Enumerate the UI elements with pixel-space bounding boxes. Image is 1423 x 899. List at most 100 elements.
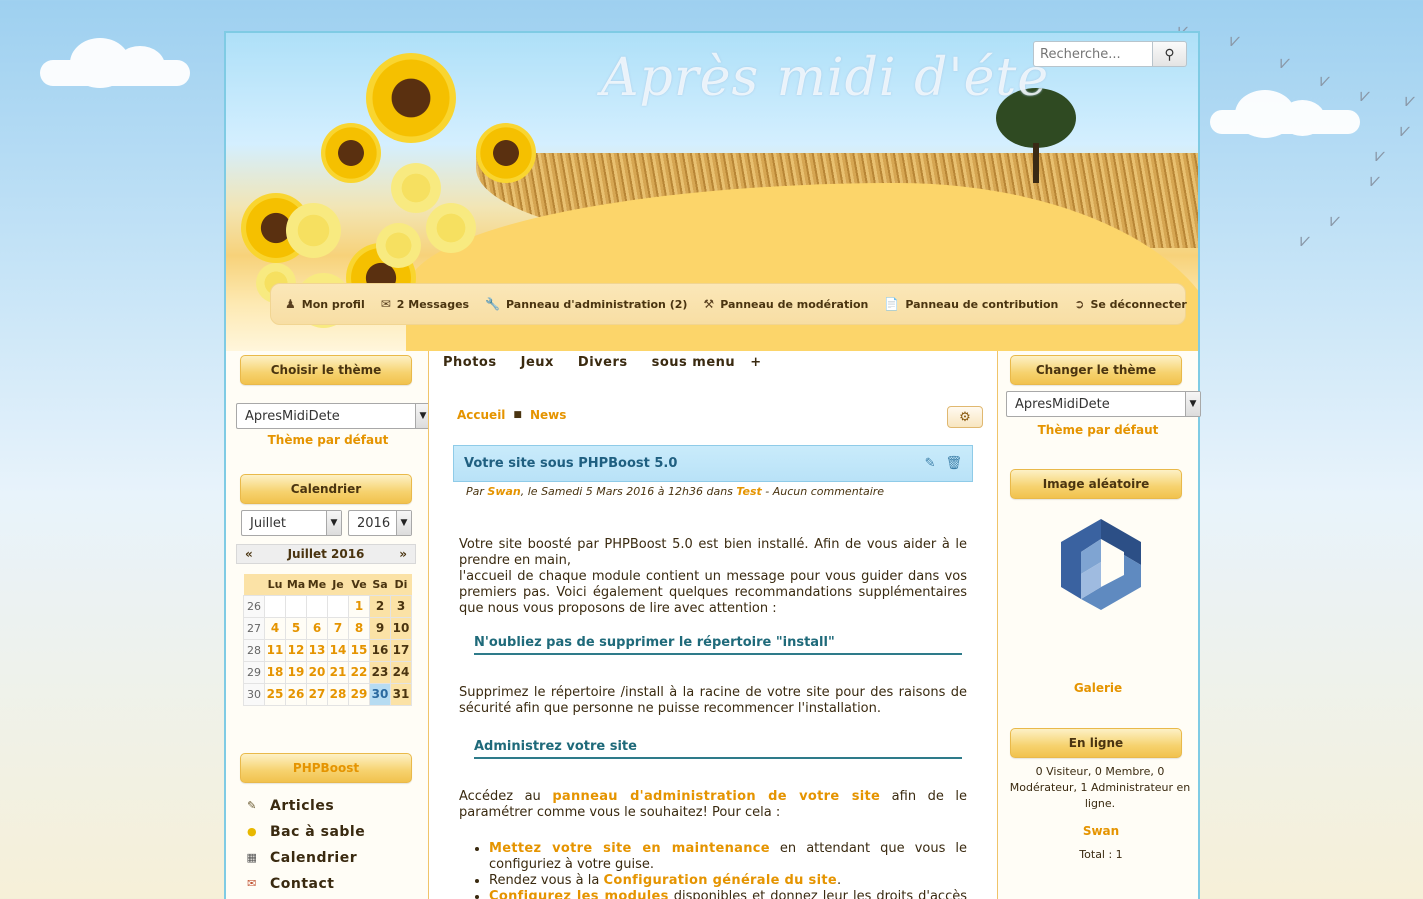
phpboost-logo-icon xyxy=(1061,519,1141,610)
calendar-grid: Lu Ma Me Je Ve Sa Di 26 1 2 3 27 4 5 6 7 8 9 10 28 11 12 13 14… xyxy=(243,574,412,706)
calendar-day-cell[interactable]: 23 xyxy=(369,660,391,684)
nav-sous-menu[interactable]: sous menu + xyxy=(652,355,762,370)
calendar-day-cell[interactable]: 8 xyxy=(348,616,370,640)
calendar-day-cell[interactable]: 4 xyxy=(264,616,286,640)
trash-icon[interactable]: 🗑 xyxy=(945,456,962,471)
menu-item-calendrier[interactable]: ▦ Calendrier xyxy=(238,845,418,871)
year-select-value: 2016 xyxy=(357,515,391,531)
calendar-day-cell[interactable]: 11 xyxy=(264,638,286,662)
author-link[interactable]: Swan xyxy=(487,485,520,498)
general-config-link[interactable]: Configuration générale du site xyxy=(604,873,837,888)
module-settings-button[interactable]: ⚙ xyxy=(947,406,983,428)
menu-item-articles[interactable]: ✎ Articles xyxy=(238,793,418,819)
calendar-week-number: 26 xyxy=(243,594,265,618)
theme-select[interactable]: ApresMidiDete ▼ xyxy=(236,403,431,429)
admin-panel-link[interactable]: panneau d'administration de votre site xyxy=(552,789,880,804)
calendar-day-cell[interactable]: 1 xyxy=(348,594,370,618)
calendar-week-row: 27 4 5 6 7 8 9 10 xyxy=(243,616,412,640)
previous-month-button[interactable]: « xyxy=(245,547,253,561)
online-total: Total : 1 xyxy=(1079,848,1123,861)
category-link[interactable]: Test xyxy=(736,485,761,498)
install-heading: N'oubliez pas de supprimer le répertoire… xyxy=(474,635,962,655)
calendar-empty-cell xyxy=(327,594,349,618)
calendar-day-cell[interactable]: 25 xyxy=(264,682,286,706)
nav-sous-menu-label: sous menu xyxy=(651,355,736,370)
theme-select-value: ApresMidiDete xyxy=(245,408,340,424)
calendar-day-cell[interactable]: 21 xyxy=(327,660,349,684)
month-select[interactable]: Juillet ▼ xyxy=(241,510,342,536)
breadcrumb-news[interactable]: News xyxy=(530,408,566,422)
theme-select-right[interactable]: ApresMidiDete ▼ xyxy=(1006,391,1201,417)
top-navigation: Photos Jeux Divers sous menu + xyxy=(443,355,762,370)
calendar-day-cell[interactable]: 9 xyxy=(369,616,391,640)
calendar-day-cell[interactable]: 12 xyxy=(285,638,307,662)
calendar-day-cell[interactable]: 28 xyxy=(327,682,349,706)
calendar-day-cell[interactable]: 29 xyxy=(348,682,370,706)
random-image[interactable] xyxy=(1008,517,1194,617)
document-icon: 📄 xyxy=(884,297,900,311)
comments-link[interactable]: - Aucun commentaire xyxy=(762,485,884,498)
default-theme-link-right[interactable]: Thème par défaut xyxy=(1008,423,1188,437)
search-button[interactable]: ⚲ xyxy=(1153,41,1187,67)
search-input[interactable] xyxy=(1033,41,1153,67)
main-content: Photos Jeux Divers sous menu + Accueil ■… xyxy=(428,351,998,899)
calendar-day-header: Me xyxy=(306,574,328,595)
calendar-day-cell[interactable]: 15 xyxy=(348,638,370,662)
nav-jeux[interactable]: Jeux xyxy=(521,355,554,370)
year-select[interactable]: 2016 ▼ xyxy=(348,510,412,536)
calendar-day-cell[interactable]: 31 xyxy=(390,682,412,706)
user-menu-logout[interactable]: ➲ Se déconnecter xyxy=(1074,297,1186,311)
online-user-link[interactable]: Swan xyxy=(1008,824,1194,838)
search-icon: ⚲ xyxy=(1164,45,1175,62)
phpboost-menu-title: PHPBoost xyxy=(240,752,412,783)
calendar-week-number: 28 xyxy=(243,638,265,662)
list-text: Rendez vous à la xyxy=(489,873,604,888)
user-menu-contribution[interactable]: 📄 Panneau de contribution xyxy=(884,297,1058,311)
maintenance-link[interactable]: Mettez votre site en maintenance xyxy=(489,841,770,856)
calendar-day-cell[interactable]: 7 xyxy=(327,616,349,640)
breadcrumb-home[interactable]: Accueil xyxy=(457,408,505,422)
calendar-navigation: « Juillet 2016 » xyxy=(236,544,416,564)
page-container: Après midi d'été ⚲ ♟ Mon profil ✉ 2 Messag… xyxy=(224,31,1201,899)
calendar-day-header: Je xyxy=(327,574,349,595)
calendar-day-cell[interactable]: 18 xyxy=(264,660,286,684)
calendar-day-cell[interactable]: 20 xyxy=(306,660,328,684)
calendar-day-cell[interactable]: 14 xyxy=(327,638,349,662)
calendar-day-header: Ve xyxy=(348,574,370,595)
site-title[interactable]: Après midi d'été xyxy=(601,48,1049,108)
calendar-day-cell[interactable]: 16 xyxy=(369,638,391,662)
calendar-day-cell[interactable]: 5 xyxy=(285,616,307,640)
news-body: Votre site boosté par PHPBoost 5.0 est b… xyxy=(459,537,967,899)
intro-text: l'accueil de chaque module contient un m… xyxy=(459,569,967,616)
calendar-day-cell[interactable]: 2 xyxy=(369,594,391,618)
calendar-day-cell[interactable]: 22 xyxy=(348,660,370,684)
calendar-day-cell[interactable]: 30 xyxy=(369,682,391,706)
user-icon: ♟ xyxy=(285,297,296,311)
calendar-day-cell[interactable]: 6 xyxy=(306,616,328,640)
user-menu-admin[interactable]: 🔧 Panneau d'administration (2) xyxy=(485,297,687,311)
user-menu-profile[interactable]: ♟ Mon profil xyxy=(285,297,365,311)
calendar-day-cell[interactable]: 26 xyxy=(285,682,307,706)
calendar-day-cell[interactable]: 17 xyxy=(390,638,412,662)
calendar-day-cell[interactable]: 10 xyxy=(390,616,412,640)
calendar-day-cell[interactable]: 19 xyxy=(285,660,307,684)
nav-divers[interactable]: Divers xyxy=(578,355,628,370)
configure-modules-link[interactable]: Configurez les modules xyxy=(489,889,669,899)
nav-photos[interactable]: Photos xyxy=(443,355,497,370)
user-menu-messages[interactable]: ✉ 2 Messages xyxy=(381,297,469,311)
calendar-day-cell[interactable]: 13 xyxy=(306,638,328,662)
calendar-week-number: 27 xyxy=(243,616,265,640)
edit-icon[interactable]: ✎ xyxy=(925,456,936,471)
gallery-link[interactable]: Galerie xyxy=(1008,681,1188,695)
news-title[interactable]: Votre site sous PHPBoost 5.0 xyxy=(464,456,677,471)
calendar-day-cell[interactable]: 3 xyxy=(390,594,412,618)
user-menu-label: Se déconnecter xyxy=(1090,297,1187,311)
menu-item-contact[interactable]: ✉ Contact xyxy=(238,871,418,897)
calendar-day-cell[interactable]: 27 xyxy=(306,682,328,706)
calendar-day-cell[interactable]: 24 xyxy=(390,660,412,684)
user-menu-moderation[interactable]: ⚒ Panneau de modération xyxy=(703,297,868,311)
module-menu: ✎ Articles ● Bac à sable ▦ Calendrier ✉ Contact xyxy=(238,793,418,897)
menu-item-bac-sable[interactable]: ● Bac à sable xyxy=(238,819,418,845)
default-theme-link[interactable]: Thème par défaut xyxy=(238,433,418,447)
next-month-button[interactable]: » xyxy=(399,547,407,561)
